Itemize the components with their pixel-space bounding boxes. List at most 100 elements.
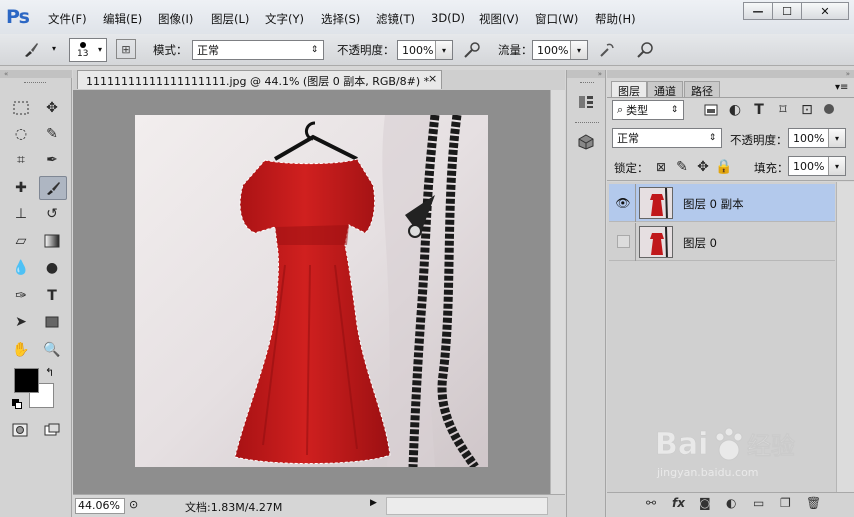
layer-row-copy[interactable]: 👁 图层 0 副本 [609,184,835,222]
foreground-color-swatch[interactable] [14,368,39,393]
opacity-dropdown-icon[interactable]: ▾ [435,41,452,59]
status-menu-arrow-icon[interactable]: ▶ [370,498,377,508]
tab-paths[interactable]: 路径 [684,81,720,98]
layer-name[interactable]: 图层 0 [683,235,717,251]
lock-all-icon[interactable]: 🔒 [713,156,735,178]
opacity-input[interactable]: 100% ▾ [397,40,453,60]
tablet-pressure-opacity-icon[interactable] [461,39,483,61]
adjustment-layer-icon[interactable]: ◐ [726,496,736,510]
minimize-button[interactable]: — [743,2,773,20]
brush-tool-icon[interactable] [39,176,67,200]
document-close-icon[interactable]: × [428,72,437,85]
brush-panel-toggle-icon[interactable]: ⊞ [116,39,136,59]
tool-preset-dropdown-icon[interactable]: ▾ [52,44,56,53]
blur-tool-icon[interactable]: 💧 [10,257,32,279]
new-layer-icon[interactable]: ❐ [780,496,791,510]
filter-shape-icon[interactable]: ⌑ [772,99,794,121]
airbrush-icon[interactable] [596,39,618,61]
filter-type-icon[interactable]: T [748,99,770,121]
path-selection-tool-icon[interactable]: ➤ [10,311,32,333]
fill-dropdown-icon[interactable]: ▾ [828,157,845,175]
clone-stamp-tool-icon[interactable]: ⊥ [10,203,32,225]
close-button[interactable]: ✕ [801,2,849,20]
tools-collapse-icon[interactable]: « [0,70,72,78]
rectangle-tool-icon[interactable] [41,311,63,333]
filter-toggle-icon[interactable] [824,104,834,114]
marquee-tool-icon[interactable] [10,97,32,119]
tab-channels[interactable]: 通道 [647,81,683,98]
link-layers-icon[interactable]: ⚯ [646,496,656,510]
visibility-eye-icon[interactable]: 👁 [615,195,631,211]
menu-select[interactable]: 选择(S) [321,11,360,27]
dodge-tool-icon[interactable]: ● [41,257,63,279]
layer-name[interactable]: 图层 0 副本 [683,196,744,212]
menu-help[interactable]: 帮助(H) [595,11,636,27]
layer-filter-select[interactable]: ⌕ 类型 ⇕ [612,100,684,120]
crop-tool-icon[interactable]: ⌗ [10,149,32,171]
document-image[interactable] [135,114,488,470]
swap-colors-icon[interactable]: ↰ [45,366,54,379]
menu-layer[interactable]: 图层(L) [211,11,249,27]
panel-menu-icon[interactable]: ▾≡ [835,82,848,93]
menu-file[interactable]: 文件(F) [48,11,87,27]
dock-grip[interactable] [580,82,594,84]
flow-dropdown-icon[interactable]: ▾ [570,41,587,59]
delete-layer-icon[interactable]: 🗑 [806,496,821,510]
gradient-tool-icon[interactable] [41,230,63,252]
menu-window[interactable]: 窗口(W) [535,11,578,27]
new-group-icon[interactable]: ▭ [753,496,764,510]
hand-tool-icon[interactable]: ✋ [10,339,32,361]
menu-3d[interactable]: 3D(D) [431,11,465,25]
lock-image-icon[interactable]: ✎ [671,156,693,178]
canvas-area[interactable] [73,90,565,494]
horizontal-scrollbar[interactable] [386,497,548,515]
default-colors-icon[interactable] [12,399,22,409]
eyedropper-tool-icon[interactable]: ✒ [41,149,63,171]
visibility-toggle-empty[interactable] [617,235,630,248]
screen-mode-icon[interactable] [41,419,63,441]
filter-pixel-icon[interactable] [700,99,722,121]
filter-smart-object-icon[interactable]: ⊡ [796,99,818,121]
quick-selection-tool-icon[interactable]: ✎ [41,123,63,145]
3d-panel-icon[interactable] [575,131,597,153]
pen-tool-icon[interactable]: ✑ [10,285,32,307]
add-mask-icon[interactable]: ◙ [699,496,711,510]
mode-select[interactable]: 正常 ⇕ [192,40,324,60]
filter-adjustment-icon[interactable]: ◐ [724,99,746,121]
menu-filter[interactable]: 滤镜(T) [376,11,415,27]
brush-size-picker[interactable]: 13 ▾ [69,38,107,62]
flow-input[interactable]: 100% ▾ [532,40,588,60]
menu-view[interactable]: 视图(V) [479,11,519,27]
fill-input[interactable]: 100% ▾ [788,156,846,176]
vertical-scrollbar[interactable] [550,90,565,494]
brush-tool-preset-icon[interactable] [20,39,42,61]
layer-opacity-dropdown-icon[interactable]: ▾ [828,129,845,147]
layer-row-original[interactable]: 图层 0 [609,223,835,261]
tools-grip[interactable] [24,82,46,84]
layer-opacity-input[interactable]: 100% ▾ [788,128,846,148]
document-tab[interactable]: 11111111111111111111.jpg @ 44.1% (图层 0 副… [77,70,442,89]
layers-scrollbar[interactable] [836,182,854,492]
blend-mode-select[interactable]: 正常 ⇕ [612,128,722,148]
lasso-tool-icon[interactable]: ◌ [10,123,32,145]
menu-image[interactable]: 图像(I) [158,11,193,27]
history-panel-icon[interactable] [575,91,597,113]
type-tool-icon[interactable]: T [41,285,63,307]
quick-mask-icon[interactable] [9,419,31,441]
lock-position-icon[interactable]: ✥ [692,156,714,178]
lock-transparent-icon[interactable]: ⊠ [650,156,672,178]
zoom-level-field[interactable]: 44.06% [75,498,125,514]
layer-style-fx-icon[interactable]: fx [672,496,685,510]
layers-collapse-icon[interactable]: » [607,70,854,78]
zoom-tool-icon[interactable]: 🔍 [41,339,63,361]
move-tool-icon[interactable]: ✥ [41,97,63,119]
tab-layers[interactable]: 图层 [611,81,647,98]
history-brush-tool-icon[interactable]: ↺ [41,203,63,225]
status-info-icon[interactable]: ⊙ [129,498,138,511]
healing-brush-tool-icon[interactable]: ✚ [10,177,32,199]
dock-collapse-icon[interactable]: » [567,70,605,78]
menu-type[interactable]: 文字(Y) [265,11,304,27]
tablet-pressure-size-icon[interactable] [634,39,656,61]
eraser-tool-icon[interactable]: ▱ [10,230,32,252]
menu-edit[interactable]: 编辑(E) [103,11,142,27]
